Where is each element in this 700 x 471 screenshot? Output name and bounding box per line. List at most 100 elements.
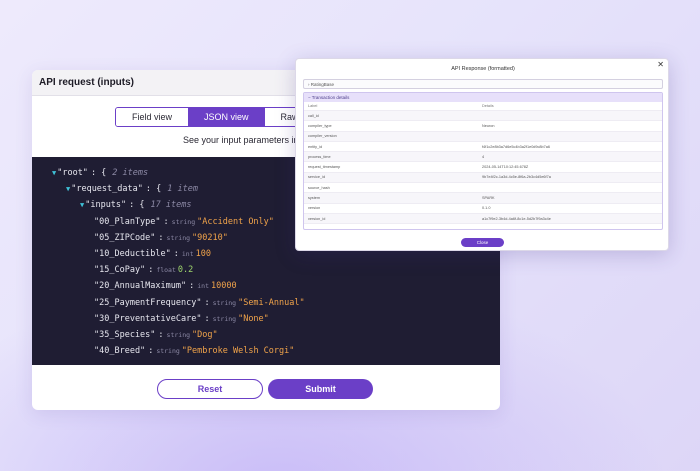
reset-button[interactable]: Reset [157,379,263,399]
row-details: Neuron [482,123,495,128]
row-details: 2024-05-14T10:12:45.678Z [482,165,529,170]
json-key: "30_PreventativeCare" [94,313,202,324]
table-header: Label Details [304,102,662,111]
table-row: system SPARK [304,193,662,204]
json-value: "90210" [192,232,228,243]
row-label: call_id [308,113,319,118]
expand-triangle-icon[interactable]: ▼ [80,201,84,209]
column-header-details: Details [482,104,494,108]
json-punctuation: : [189,281,195,292]
json-type: int [197,282,209,291]
json-key: "15_CoPay" [94,265,146,276]
json-value: "Dog" [192,329,218,340]
json-punctuation: : [158,232,164,243]
json-entry[interactable]: "30_PreventativeCare": string "None" [32,311,500,327]
row-label: request_timestamp [308,165,341,170]
table-row: source_hash [304,183,662,194]
row-label: system [308,196,321,201]
json-type: string [156,347,180,356]
api-response-dialog: API Response (formatted) ✕ › RatingBase … [295,58,669,251]
json-type: int [181,250,194,259]
table-row: version_id a1c7f9e2-3b4d-4a6f-8c1e-5d2b7f… [304,213,662,225]
json-key: "request_data" [71,184,143,195]
table-row: process_time 4 [304,152,662,163]
json-entry[interactable]: "20_AnnualMaximum": int 10000 [32,278,500,294]
json-punctuation: : [148,265,154,276]
json-value: "Semi-Annual" [238,297,305,308]
json-value: "None" [238,313,269,324]
json-entry[interactable]: "25_PaymentFrequency": string "Semi-Annual… [32,295,500,311]
table-row: entity_id f4f1c2e8b3a7d6e5c4b3a2f1e0d9c8b… [304,142,662,153]
footer-actions: Reset Submit [32,373,500,403]
json-type: string [166,330,191,339]
expand-triangle-icon[interactable]: ▼ [52,169,56,177]
json-entry[interactable]: "35_Species": string "Dog" [32,327,500,343]
table-row: compiler_type Neuron [304,121,662,132]
json-count: 17 items [150,200,192,211]
json-punctuation: : [163,216,169,227]
json-type: string [212,298,237,307]
json-value: "Pembroke Welsh Corgi" [181,346,295,357]
row-details: SPARK [482,196,495,201]
json-key: "root" [57,168,88,179]
json-punctuation: : { [145,184,162,195]
tab-json-view[interactable]: JSON view [188,108,264,126]
row-label: service_id [308,175,326,180]
json-value: "Accident Only" [197,216,274,227]
table-body: call_id compiler_type Neuron compiler_versi… [304,111,662,225]
json-key: "00_PlanType" [94,216,161,227]
close-button[interactable]: Close [461,238,504,247]
row-details: 4 [482,154,485,159]
json-type: float [156,266,176,275]
json-key: "25_PaymentFrequency" [94,297,202,308]
json-key: "35_Species" [94,329,156,340]
json-value: 100 [195,249,211,260]
helper-text: See your input parameters in [183,135,299,145]
row-label: version_id [308,216,326,221]
table-row: service_id 9b7e4f2c-1a3d-4c5e-8f6a-2b3c4d… [304,172,662,184]
dialog-title: API Response (formatted) [451,66,515,72]
panel-title: API request (inputs) [39,77,135,88]
row-details: f4f1c2e8b3a7d6e5c4b3a2f1e0d9c8b7a6 [482,144,550,149]
json-punctuation: : [204,313,210,324]
table-row: call_id [304,111,662,122]
json-entry[interactable]: "40_Breed": string "Pembroke Welsh Corgi" [32,343,500,359]
json-key: "40_Breed" [94,346,146,357]
submit-button[interactable]: Submit [268,379,373,399]
json-count: 2 items [112,168,149,179]
column-header-label: Label [308,104,318,108]
row-label: version [308,206,321,211]
row-details: 0.1.0 [482,206,491,211]
json-type: string [171,217,196,226]
view-tabs: Field view JSON view Raw [115,107,316,127]
row-label: compiler_version [308,134,337,139]
tab-field-view[interactable]: Field view [116,108,189,126]
row-details: a1c7f9e2-3b4d-4a6f-8c1e-5d2b7f9a3c4e [482,216,551,221]
expand-triangle-icon[interactable]: ▼ [66,185,70,193]
table-row: compiler_version [304,131,662,142]
json-value: 0.2 [177,265,194,276]
json-punctuation: : { [90,168,107,179]
collapsed-section-ratingbase[interactable]: › RatingBase [303,79,663,89]
close-icon[interactable]: ✕ [657,60,664,69]
row-details: 9b7e4f2c-1a3d-4c5e-8f6a-2b3c4d5e6f7a [482,175,551,180]
json-entry[interactable]: "15_CoPay": float 0.2 [32,262,500,278]
json-type: string [212,314,237,323]
json-key: "05_ZIPCode" [94,232,156,243]
json-punctuation: : { [129,200,145,211]
row-label: source_hash [308,185,330,190]
table-row: request_timestamp 2024-05-14T10:12:45.678… [304,162,662,173]
json-punctuation: : [158,329,164,340]
json-key: "20_AnnualMaximum" [94,281,187,292]
json-punctuation: : [204,297,210,308]
json-punctuation: : [148,346,154,357]
section-header[interactable]: − Transaction details [304,93,662,102]
row-label: entity_id [308,144,323,149]
transaction-details-section: − Transaction details Label Details call… [303,92,663,230]
json-count: 1 item [167,184,198,195]
json-type: string [166,233,191,242]
json-value: 10000 [211,281,237,292]
json-key: "10_Deductible" [94,249,171,260]
row-label: process_time [308,154,331,159]
table-row: version 0.1.0 [304,204,662,214]
